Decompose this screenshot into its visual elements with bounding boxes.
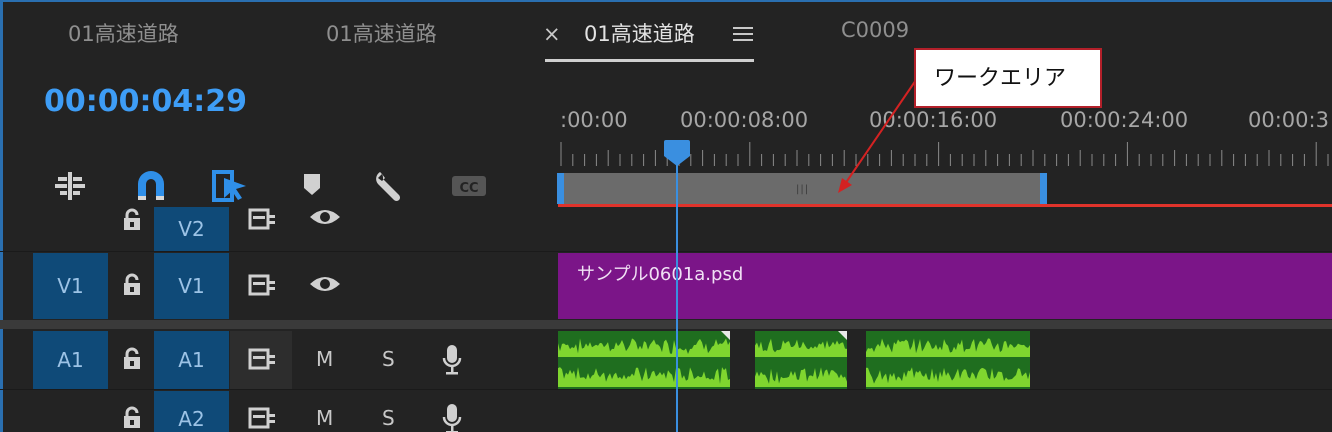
track-target-v2[interactable]: V2 [154, 207, 229, 251]
track-target-a2[interactable]: A2 [154, 391, 229, 432]
track-divider [0, 389, 1332, 390]
work-area-callout-text: ワークエリア [934, 66, 1067, 91]
clip-end-marker [838, 331, 847, 340]
close-tab-icon[interactable]: × [543, 22, 561, 46]
track-target-v1[interactable]: V1 [154, 253, 229, 319]
linked-selection-icon[interactable] [212, 168, 248, 204]
ruler-label-8s: 00:00:08:00 [680, 108, 809, 132]
audio-waveform [866, 338, 1030, 387]
waveform-channel [558, 367, 730, 387]
mute-track-button[interactable]: M [316, 406, 333, 430]
sequence-tab-1[interactable]: 01高速道路 [68, 18, 179, 48]
active-tab-underline [545, 59, 754, 62]
toggle-sync-lock-icon[interactable] [248, 348, 276, 370]
source-patch-a1[interactable]: A1 [33, 331, 108, 389]
toggle-sync-lock-icon[interactable] [248, 274, 276, 296]
track-divider [0, 251, 1332, 252]
audio-waveform [558, 338, 730, 387]
toggle-track-output-eye-icon[interactable] [308, 206, 342, 228]
insert-sequence-icon[interactable] [52, 168, 88, 204]
sequence-tab-c0009[interactable]: C0009 [841, 18, 909, 42]
waveform-channel [558, 338, 730, 357]
toggle-track-output-eye-icon[interactable] [308, 273, 342, 295]
audio-clip[interactable] [866, 331, 1030, 389]
work-area-grip-icon: ||| [796, 184, 810, 195]
lock-icon[interactable] [121, 406, 143, 430]
solo-track-button[interactable]: S [382, 406, 395, 430]
ruler-label-16s: 00:00:16:00 [869, 108, 998, 132]
voice-over-record-icon[interactable] [442, 344, 462, 376]
ruler-label-32s: 00:00:3 [1248, 108, 1329, 132]
waveform-channel [866, 367, 1030, 387]
work-area-end-handle[interactable] [1040, 173, 1047, 204]
snap-magnet-icon[interactable] [133, 168, 169, 204]
sequence-tab-2[interactable]: 01高速道路 [326, 18, 437, 48]
playhead-handle[interactable] [663, 140, 691, 166]
playhead-timecode[interactable]: 00:00:04:29 [44, 84, 247, 119]
audio-clip[interactable] [558, 331, 730, 389]
toggle-sync-lock-icon[interactable] [248, 407, 276, 429]
sequence-tab-active[interactable]: 01高速道路 [584, 18, 695, 48]
toggle-sync-lock-icon[interactable] [248, 208, 276, 230]
solo-track-button[interactable]: S [382, 347, 395, 371]
voice-over-record-icon[interactable] [442, 403, 462, 432]
waveform-channel [866, 338, 1030, 357]
add-marker-icon[interactable] [296, 168, 332, 204]
video-clip-name: サンプル0601a.psd [577, 264, 744, 285]
audio-waveform [755, 338, 847, 387]
ruler-label-24s: 00:00:24:00 [1060, 108, 1189, 132]
clip-end-marker [721, 331, 730, 340]
sequence-timeline-panel: 01高速道路 01高速道路 × 01高速道路 C0009 00:00:04:29 [0, 0, 1332, 432]
track-target-a1[interactable]: A1 [154, 331, 229, 389]
lock-icon[interactable] [121, 208, 143, 232]
panel-focus-border-top [0, 0, 1332, 2]
render-status-bar [558, 204, 1332, 207]
panel-menu-icon[interactable] [733, 24, 753, 44]
source-patch-v1[interactable]: V1 [33, 253, 108, 319]
wrench-icon[interactable] [372, 168, 408, 204]
ruler-label-0: :00:00 [560, 108, 628, 132]
lock-icon[interactable] [121, 273, 143, 297]
audio-clip[interactable] [755, 331, 847, 389]
captions-cc-icon[interactable]: CC [450, 168, 486, 204]
playhead-line[interactable] [676, 150, 678, 432]
work-area-start-handle[interactable] [557, 173, 564, 204]
waveform-channel [755, 338, 847, 357]
panel-focus-border-left [0, 0, 3, 432]
waveform-channel [755, 367, 847, 387]
video-audio-divider[interactable] [0, 320, 1332, 329]
mute-track-button[interactable]: M [316, 347, 333, 371]
cc-label: CC [459, 181, 478, 196]
lock-icon[interactable] [121, 347, 143, 371]
